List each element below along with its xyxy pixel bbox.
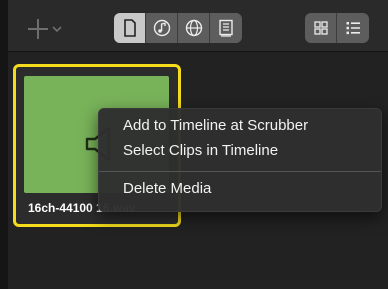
media-type-tabs bbox=[114, 13, 242, 43]
window-edge bbox=[0, 0, 8, 289]
menu-item-select-clips[interactable]: Select Clips in Timeline bbox=[123, 142, 278, 159]
globe-icon bbox=[185, 19, 202, 37]
menu-separator bbox=[99, 171, 381, 172]
tab-music[interactable] bbox=[146, 13, 178, 43]
menu-item-delete-media[interactable]: Delete Media bbox=[123, 180, 211, 197]
tab-web[interactable] bbox=[178, 13, 210, 43]
list-view-icon bbox=[346, 22, 360, 35]
plus-icon bbox=[28, 19, 62, 39]
grid-view-button[interactable] bbox=[305, 13, 337, 43]
context-menu: Add to Timeline at Scrubber Select Clips… bbox=[98, 108, 382, 212]
tab-media-files[interactable] bbox=[114, 13, 146, 43]
music-icon bbox=[153, 19, 170, 37]
grid-view-icon bbox=[313, 21, 328, 35]
browser-toolbar bbox=[8, 0, 388, 52]
document-icon bbox=[123, 19, 136, 37]
add-menu-button[interactable] bbox=[26, 16, 68, 42]
menu-item-add-to-timeline[interactable]: Add to Timeline at Scrubber bbox=[123, 117, 308, 134]
view-mode-toggle bbox=[305, 13, 369, 43]
list-view-button[interactable] bbox=[337, 13, 369, 43]
book-icon bbox=[219, 19, 233, 37]
browser-window: 16ch-44100 16.wav Add to Timeline at Scr… bbox=[0, 0, 388, 289]
tab-library[interactable] bbox=[210, 13, 242, 43]
